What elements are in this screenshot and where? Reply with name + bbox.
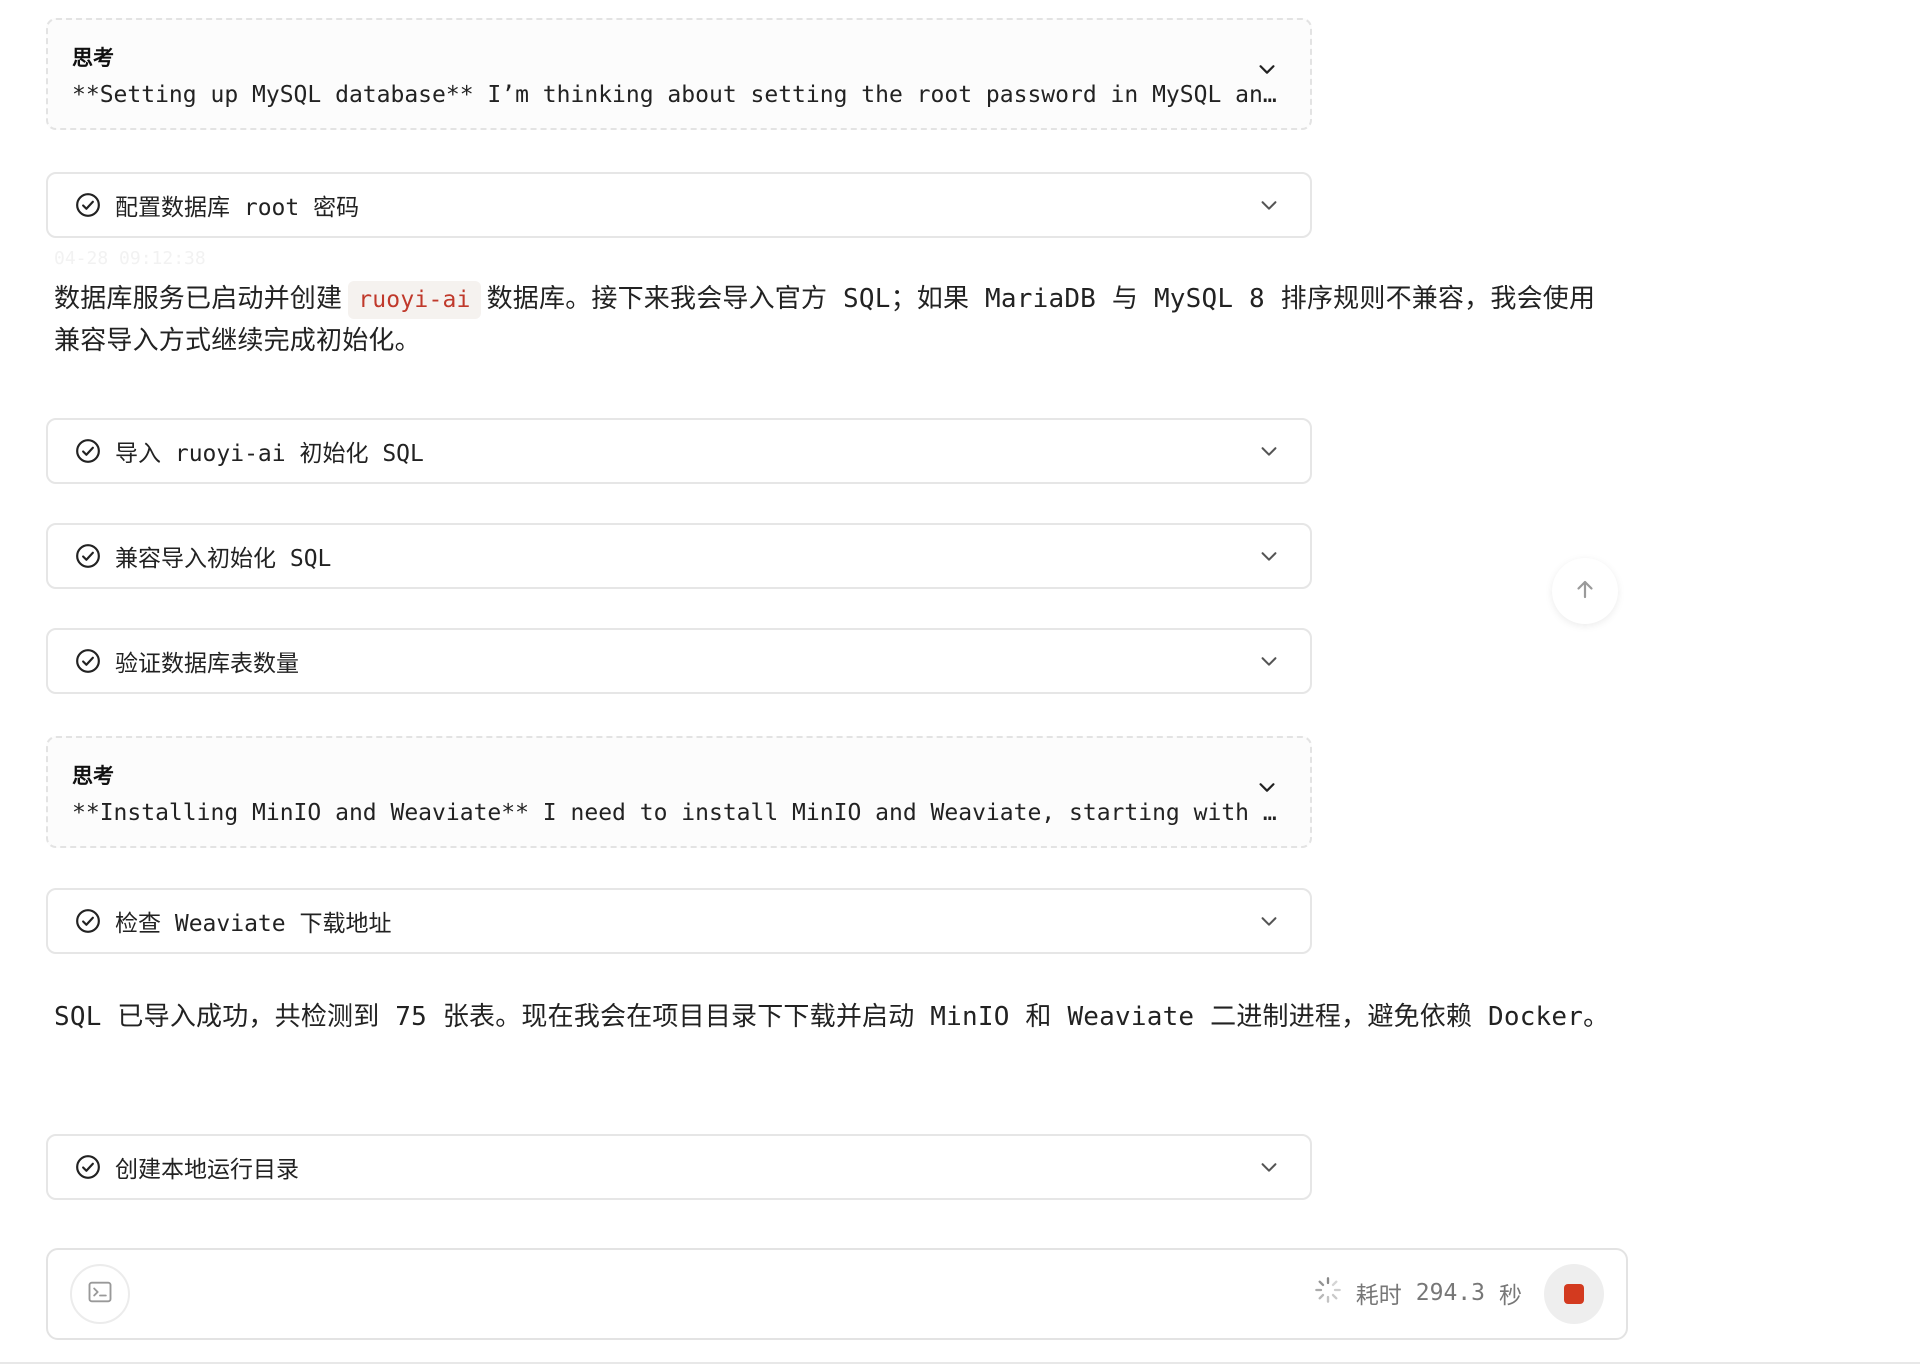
step-label: 创建本地运行目录 <box>115 1157 299 1183</box>
message-text: SQL 已导入成功，共检测到 75 张表。现在我会在项目目录下下载并启动 Min… <box>54 1002 1610 1032</box>
step-check-weaviate-url[interactable]: 检查 Weaviate 下载地址 <box>46 888 1312 954</box>
elapsed-value: 294.3 <box>1415 1280 1485 1306</box>
step-label: 导入 ruoyi-ai 初始化 SQL <box>115 441 424 467</box>
thinking-summary: **Installing MinIO and Weaviate** I need… <box>72 800 1287 826</box>
thinking-summary: **Setting up MySQL database** I’m thinki… <box>72 82 1287 108</box>
chevron-down-icon[interactable] <box>1258 194 1280 216</box>
spinner-icon <box>1314 1276 1342 1310</box>
stop-icon <box>1564 1284 1584 1304</box>
thinking-title: 思考 <box>72 764 114 788</box>
message-timestamp: 04-28 09:12:38 <box>54 248 206 269</box>
chevron-down-icon[interactable] <box>1256 58 1278 80</box>
check-circle-icon <box>75 543 101 569</box>
chevron-down-icon[interactable] <box>1258 1156 1280 1178</box>
assistant-message-1: 数据库服务已启动并创建 ruoyi-ai 数据库。接下来我会导入官方 SQL；如果 … <box>54 278 1620 362</box>
chevron-down-icon[interactable] <box>1258 440 1280 462</box>
composer-bar: 耗时 294.3 秒 <box>46 1248 1628 1340</box>
elapsed-status: 耗时 294.3 秒 <box>1314 1276 1522 1310</box>
stop-button[interactable] <box>1544 1264 1604 1324</box>
terminal-icon <box>86 1278 114 1310</box>
assistant-message-2: SQL 已导入成功，共检测到 75 张表。现在我会在项目目录下下载并启动 Min… <box>54 996 1620 1038</box>
thinking-block-1[interactable]: 思考 **Setting up MySQL database** I’m thi… <box>46 18 1312 130</box>
check-circle-icon <box>75 192 101 218</box>
arrow-up-icon <box>1573 577 1597 605</box>
inline-code: ruoyi-ai <box>348 281 481 319</box>
step-configure-root-password[interactable]: 配置数据库 root 密码 <box>46 172 1312 238</box>
message-text: 数据库服务已启动并创建 <box>54 284 343 314</box>
check-circle-icon <box>75 1154 101 1180</box>
step-compat-import-sql[interactable]: 兼容导入初始化 SQL <box>46 523 1312 589</box>
chevron-down-icon[interactable] <box>1258 910 1280 932</box>
step-label: 验证数据库表数量 <box>115 651 299 677</box>
check-circle-icon <box>75 648 101 674</box>
terminal-button[interactable] <box>70 1264 130 1324</box>
step-create-local-dir[interactable]: 创建本地运行目录 <box>46 1134 1312 1200</box>
step-label: 兼容导入初始化 SQL <box>115 546 332 572</box>
scroll-to-top-button[interactable] <box>1552 558 1618 624</box>
thinking-block-2[interactable]: 思考 **Installing MinIO and Weaviate** I n… <box>46 736 1312 848</box>
elapsed-label: 耗时 <box>1355 1283 1402 1309</box>
chevron-down-icon[interactable] <box>1258 545 1280 567</box>
step-label: 配置数据库 root 密码 <box>115 195 360 221</box>
check-circle-icon <box>75 908 101 934</box>
bottom-divider <box>0 1362 1920 1364</box>
chevron-down-icon[interactable] <box>1256 776 1278 798</box>
step-verify-table-count[interactable]: 验证数据库表数量 <box>46 628 1312 694</box>
check-circle-icon <box>75 438 101 464</box>
step-label: 检查 Weaviate 下载地址 <box>115 911 392 937</box>
thinking-title: 思考 <box>72 46 114 70</box>
step-import-sql[interactable]: 导入 ruoyi-ai 初始化 SQL <box>46 418 1312 484</box>
elapsed-unit: 秒 <box>1499 1283 1522 1309</box>
chevron-down-icon[interactable] <box>1258 650 1280 672</box>
